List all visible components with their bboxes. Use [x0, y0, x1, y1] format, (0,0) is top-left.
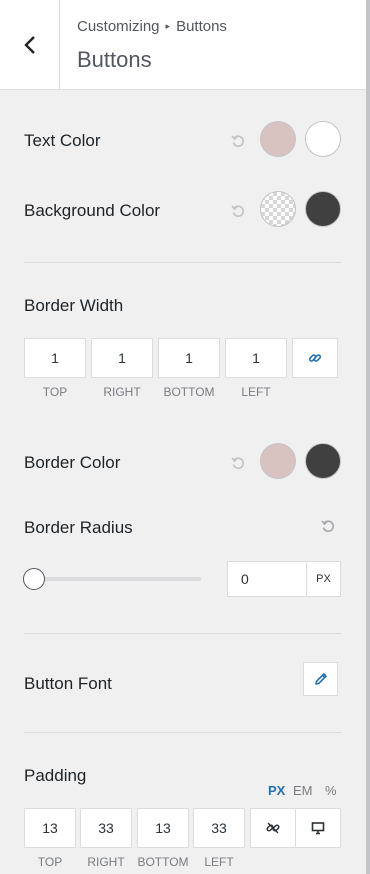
border-width-bottom-label: BOTTOM: [163, 385, 215, 399]
padding-left-label: LEFT: [204, 855, 234, 869]
background-color-label: Background Color: [24, 201, 161, 220]
back-button[interactable]: [0, 0, 60, 89]
border-width-left-label: LEFT: [241, 385, 271, 399]
button-font-label: Button Font: [24, 674, 112, 693]
link-icon: [308, 354, 322, 362]
padding-bottom-label: BOTTOM: [137, 855, 189, 869]
padding-device-button[interactable]: [295, 808, 341, 848]
border-width-right-input[interactable]: 1: [91, 338, 153, 378]
divider: [24, 262, 341, 263]
border-color-label: Border Color: [24, 453, 121, 472]
border-width-bottom-input[interactable]: 1: [158, 338, 220, 378]
padding-unlink-button[interactable]: [250, 808, 296, 848]
padding-top-label: TOP: [37, 855, 63, 869]
divider: [24, 633, 341, 634]
border-color-hover-swatch[interactable]: [305, 443, 341, 479]
border-color-normal-swatch[interactable]: [260, 443, 296, 479]
desktop-icon: [311, 822, 325, 835]
border-width-link-button[interactable]: [292, 338, 338, 378]
padding-label: Padding: [24, 766, 87, 785]
breadcrumb-current: Buttons: [176, 18, 227, 35]
border-radius-input[interactable]: 0: [227, 561, 307, 597]
padding-top-input[interactable]: 13: [24, 808, 76, 848]
unlink-icon: [266, 822, 280, 834]
button-font-edit-button[interactable]: [303, 662, 338, 696]
text-color-label: Text Color: [24, 131, 101, 150]
section-header: Customizing ▸ Buttons Buttons: [0, 0, 366, 90]
background-color-normal-swatch[interactable]: [260, 191, 296, 227]
pencil-icon: [314, 673, 327, 685]
padding-right-input[interactable]: 33: [80, 808, 132, 848]
border-radius-slider-track[interactable]: [24, 577, 201, 581]
text-color-hover-swatch[interactable]: [305, 121, 341, 157]
padding-right-label: RIGHT: [87, 855, 125, 869]
border-width-top-label: TOP: [42, 385, 68, 399]
scrollbar-thumb[interactable]: [366, 0, 370, 874]
background-color-reset-icon[interactable]: [230, 203, 246, 219]
breadcrumb: Customizing ▸ Buttons: [77, 18, 227, 35]
padding-left-input[interactable]: 33: [193, 808, 245, 848]
background-color-hover-swatch[interactable]: [305, 191, 341, 227]
chevron-left-icon: [23, 35, 35, 54]
border-radius-unit: PX: [306, 561, 341, 597]
padding-unit-percent[interactable]: %: [325, 783, 337, 798]
border-width-label: Border Width: [24, 296, 124, 315]
border-radius-label: Border Radius: [24, 518, 133, 537]
text-color-normal-swatch[interactable]: [260, 121, 296, 157]
border-color-reset-icon[interactable]: [230, 455, 246, 471]
border-radius-slider-handle[interactable]: [23, 568, 45, 590]
breadcrumb-separator-icon: ▸: [165, 21, 171, 31]
divider: [24, 732, 341, 733]
text-color-reset-icon[interactable]: [230, 133, 246, 149]
padding-unit-em[interactable]: EM: [293, 783, 313, 798]
border-width-top-input[interactable]: 1: [24, 338, 86, 378]
border-width-right-label: RIGHT: [103, 385, 141, 399]
breadcrumb-parent: Customizing: [77, 18, 160, 35]
padding-unit-px[interactable]: PX: [268, 783, 285, 798]
page-title: Buttons: [77, 47, 152, 72]
border-radius-reset-icon[interactable]: [320, 518, 336, 534]
padding-bottom-input[interactable]: 13: [137, 808, 189, 848]
border-width-left-input[interactable]: 1: [225, 338, 287, 378]
